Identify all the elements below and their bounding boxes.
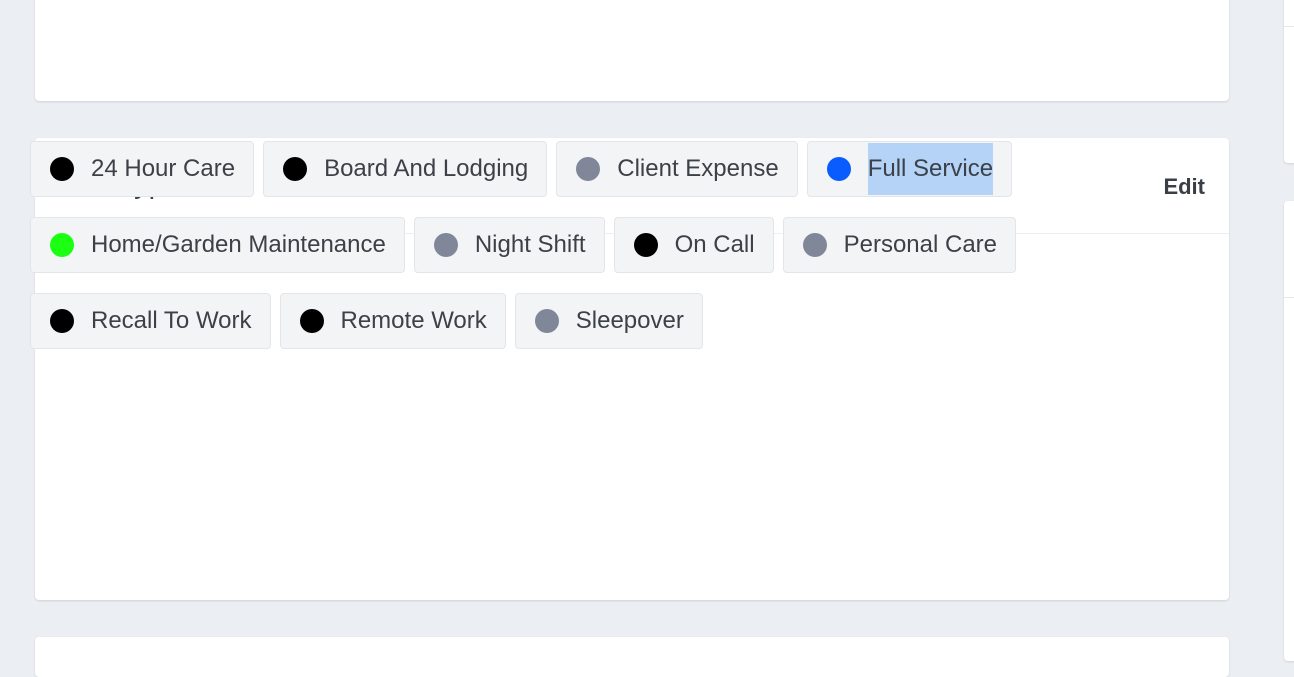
shift-type-tag[interactable]: Full Service bbox=[806, 141, 1013, 197]
shift-type-tag[interactable]: Recall To Work bbox=[30, 293, 271, 349]
color-dot-icon bbox=[802, 233, 827, 257]
shift-type-label: Remote Work bbox=[340, 307, 487, 334]
shift-type-label: Night Shift bbox=[474, 231, 586, 258]
shift-type-label: Full Service bbox=[867, 143, 994, 195]
color-dot-icon bbox=[299, 309, 324, 333]
shift-type-label: Sleepover bbox=[575, 307, 684, 334]
color-dot-icon bbox=[534, 309, 559, 333]
shift-type-tag[interactable]: Night Shift bbox=[413, 217, 605, 273]
color-dot-icon bbox=[576, 157, 601, 181]
color-dot-icon bbox=[633, 233, 658, 257]
shift-type-tag[interactable]: Sleepover bbox=[514, 293, 703, 349]
shift-type-list: 24 Hour Care Board And Lodging Client Ex… bbox=[30, 141, 1030, 349]
side-panel-divider bbox=[1284, 297, 1294, 298]
previous-section-card bbox=[35, 0, 1229, 101]
shift-type-tag[interactable]: Client Expense bbox=[556, 141, 798, 197]
shift-type-tag[interactable]: Personal Care bbox=[782, 217, 1017, 273]
shift-type-label: On Call bbox=[674, 231, 755, 258]
shift-type-tag[interactable]: Home/Garden Maintenance bbox=[30, 217, 405, 273]
shift-type-tag[interactable]: 24 Hour Care bbox=[30, 141, 255, 197]
side-panel-divider bbox=[1284, 26, 1294, 27]
color-dot-icon bbox=[50, 157, 74, 181]
shift-type-label: Recall To Work bbox=[91, 307, 252, 334]
edit-button[interactable]: Edit bbox=[1163, 172, 1205, 200]
color-dot-icon bbox=[50, 309, 74, 333]
shift-type-tag[interactable]: Board And Lodging bbox=[263, 141, 548, 197]
shift-type-tag[interactable]: On Call bbox=[613, 217, 774, 273]
color-dot-icon bbox=[433, 233, 458, 257]
side-panel-bottom bbox=[1284, 201, 1294, 661]
shift-type-label: Board And Lodging bbox=[324, 155, 529, 182]
shift-type-label: 24 Hour Care bbox=[91, 155, 236, 182]
color-dot-icon bbox=[283, 157, 308, 181]
shift-type-label: Personal Care bbox=[843, 231, 998, 258]
shift-type-label: Client Expense bbox=[617, 155, 779, 182]
color-dot-icon bbox=[50, 233, 74, 257]
shift-type-tag[interactable]: Remote Work bbox=[279, 293, 506, 349]
side-panel-top bbox=[1284, 0, 1294, 163]
color-dot-icon bbox=[826, 157, 851, 181]
next-section-card bbox=[35, 637, 1229, 677]
shift-type-label: Home/Garden Maintenance bbox=[91, 231, 386, 258]
